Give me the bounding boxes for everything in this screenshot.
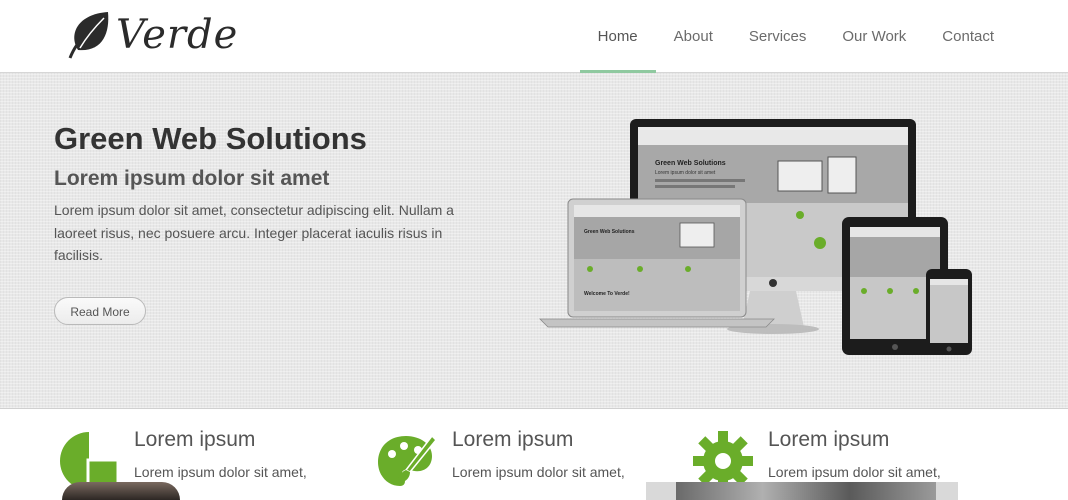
nav-item-contact[interactable]: Contact [924,0,1012,72]
brand-name: Verde [116,12,239,58]
screen-title: Green Web Solutions [655,160,726,167]
team-photo [62,482,180,500]
feature-title: Lorem ipsum [768,428,890,451]
work-photo [646,482,958,500]
nav-item-services[interactable]: Services [731,0,825,72]
nav-item-about[interactable]: About [656,0,731,72]
svg-text:Green Web Solutions: Green Web Solutions [584,229,635,235]
main-nav: Home About Services Our Work Contact [579,0,1012,73]
site-header: Verde Home About Services Our Work Conta… [0,0,1068,73]
feature-text: Lorem ipsum dolor sit amet, [452,464,625,480]
screen-subtitle: Lorem ipsum dolor sit amet [655,170,716,176]
gear-icon [814,237,826,249]
feature-text: Lorem ipsum dolor sit amet, [134,464,307,480]
nav-item-home[interactable]: Home [579,0,656,73]
responsive-devices-mockup: Green Web Solutions Lorem ipsum dolor si… [539,119,972,355]
phone [926,269,972,355]
hero-text: Lorem ipsum dolor sit amet, consectetur … [54,202,454,263]
laptop: Green Web Solutions Welcome To Verde! [539,198,775,328]
read-more-button[interactable]: Read More [54,297,146,325]
hero-section: Green Web Solutions Lorem ipsum dolor si… [0,73,1068,409]
screen-welcome: Welcome To Verde! [584,291,630,297]
site-logo[interactable]: Verde [64,6,237,64]
hero-subtitle: Lorem ipsum dolor sit amet [54,167,330,190]
nav-item-our-work[interactable]: Our Work [824,0,924,72]
palette-brush-icon [378,434,438,486]
feature-title: Lorem ipsum [452,428,574,451]
leaf-icon [68,12,109,59]
work-photo-image [676,482,936,500]
feature-text: Lorem ipsum dolor sit amet, [768,464,941,480]
hero-title: Green Web Solutions [54,121,367,156]
feature-title: Lorem ipsum [134,428,256,451]
feature-item: Lorem ipsum Lorem ipsum dolor sit amet, [376,422,676,500]
